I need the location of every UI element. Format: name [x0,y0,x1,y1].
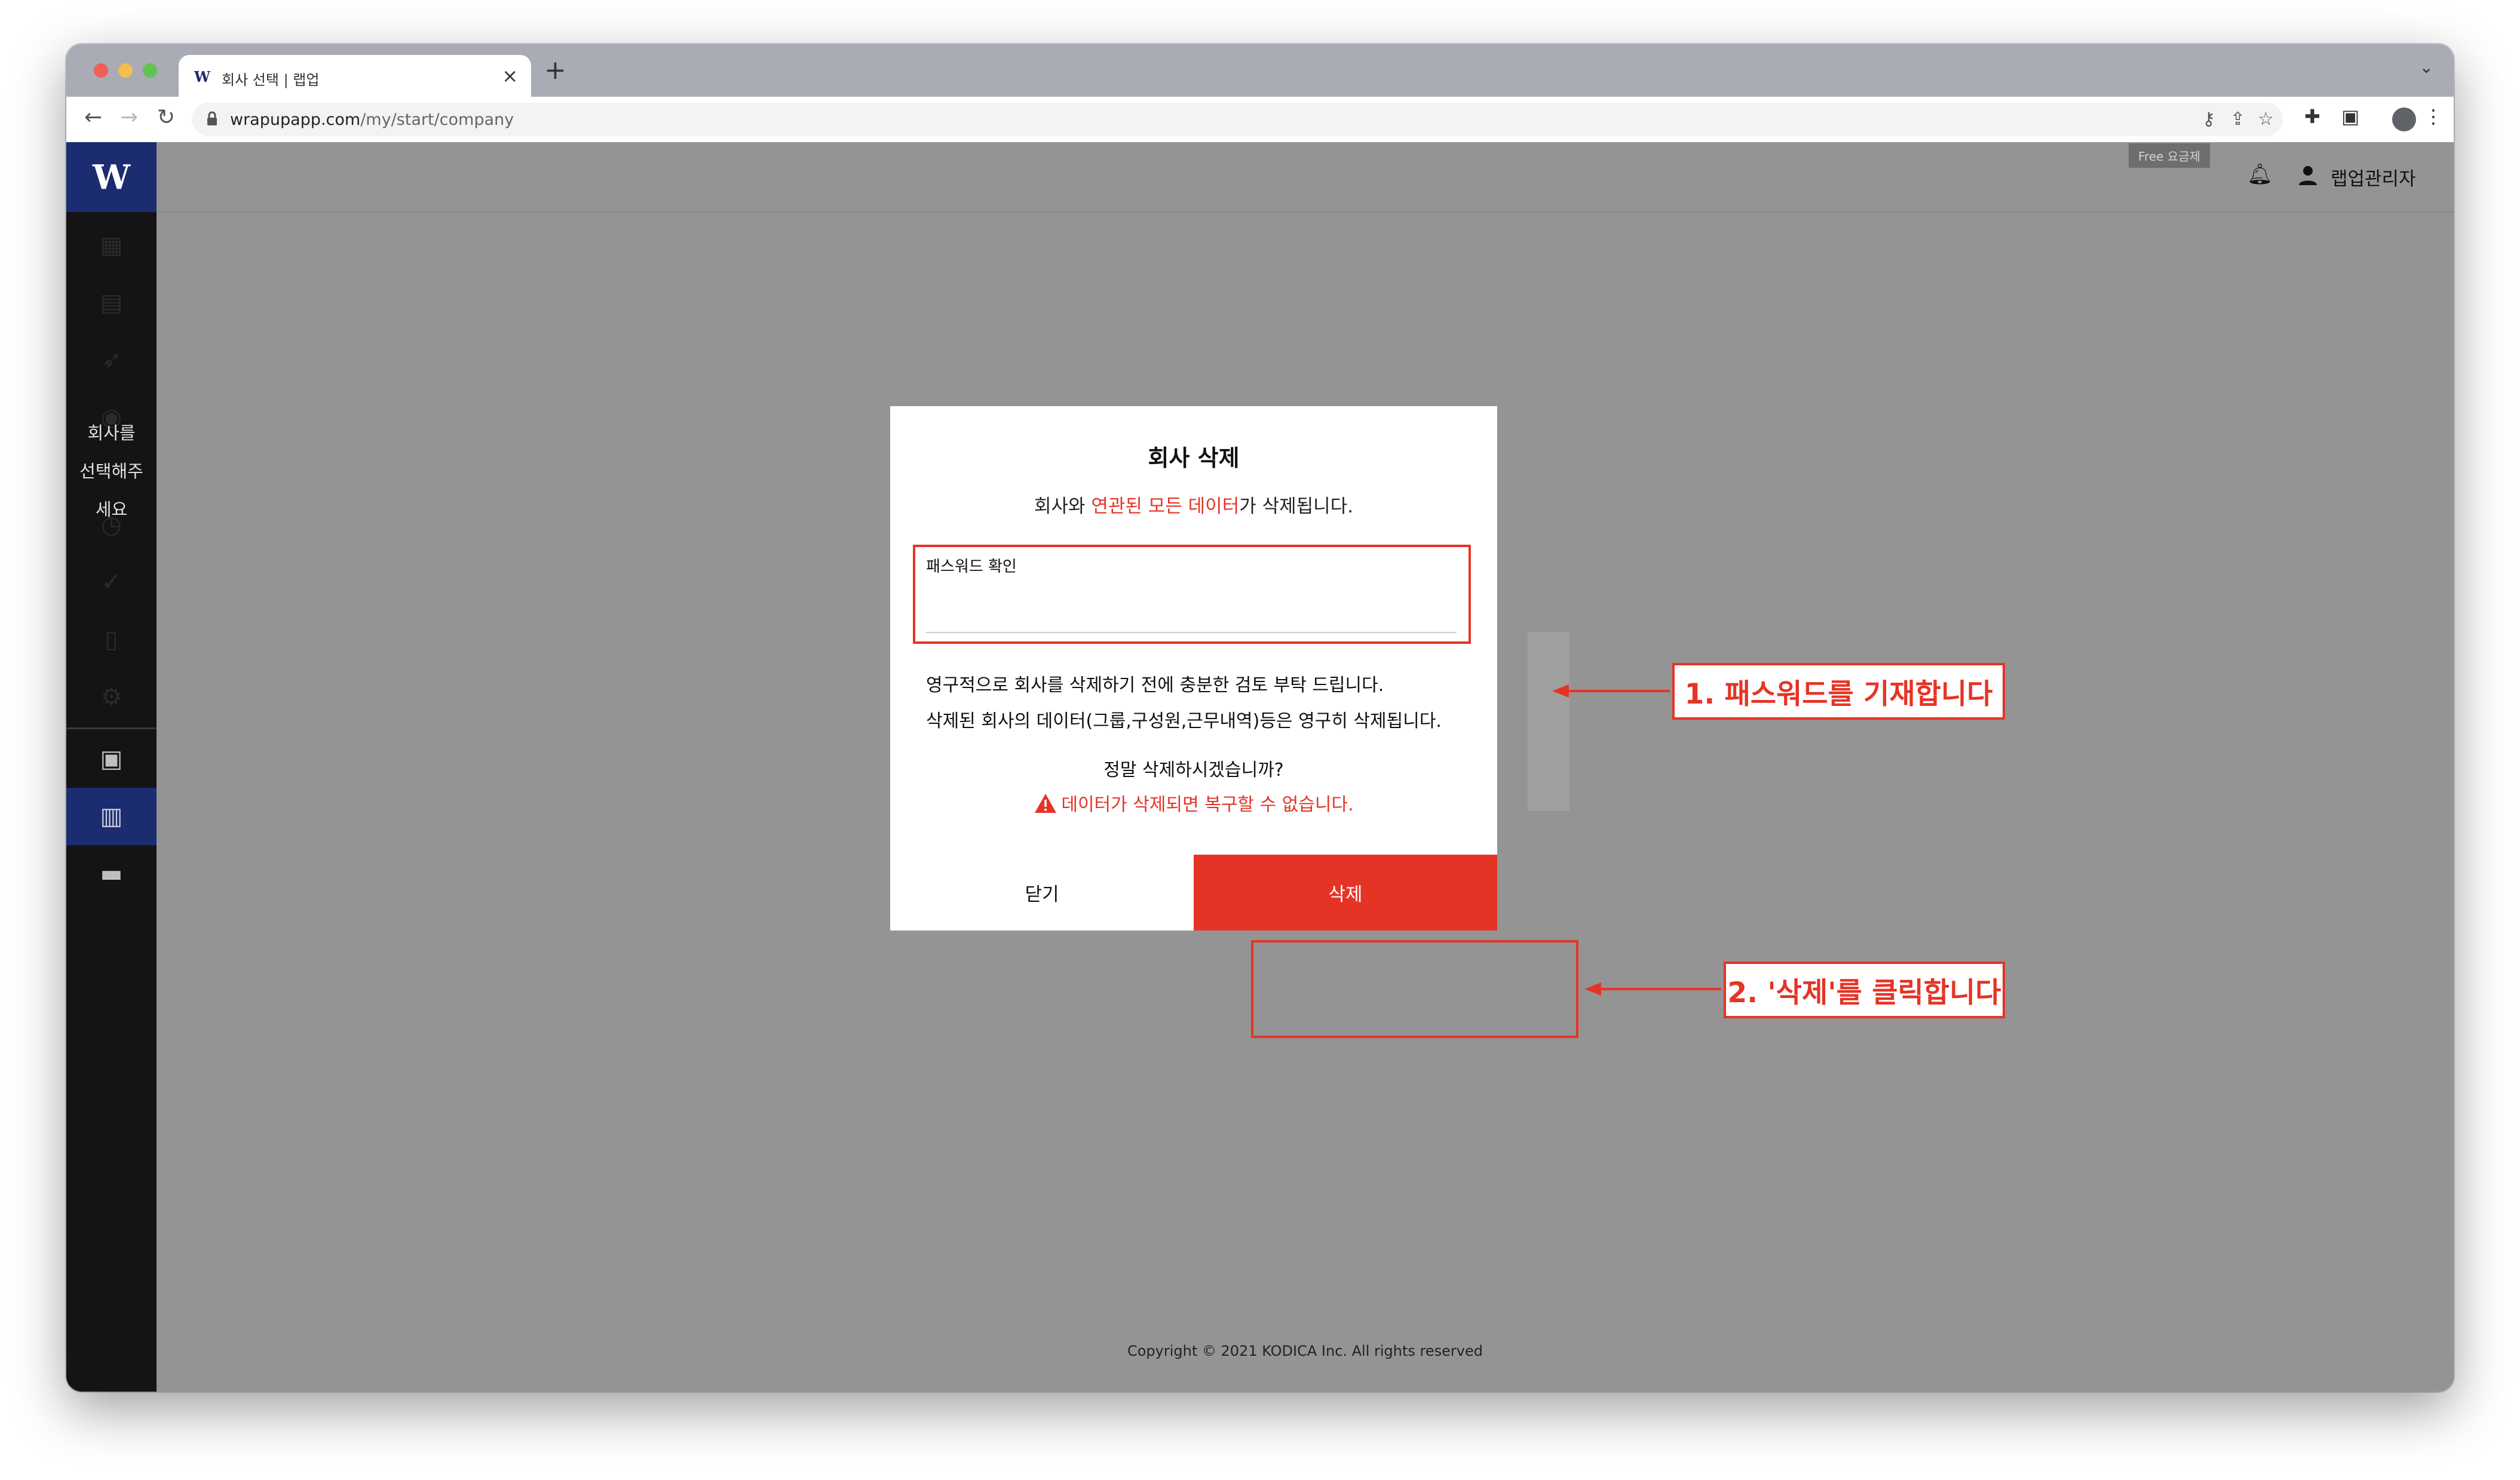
step1-callout: 1. 패스워드를 기재합니다 [1672,663,2005,720]
arrow-head-1 [1552,684,1569,698]
step2-callout: 2. '삭제'를 클릭합니다 [1724,962,2005,1018]
annotation-arrows [1552,684,1721,996]
arrow-head-2 [1584,982,1601,996]
